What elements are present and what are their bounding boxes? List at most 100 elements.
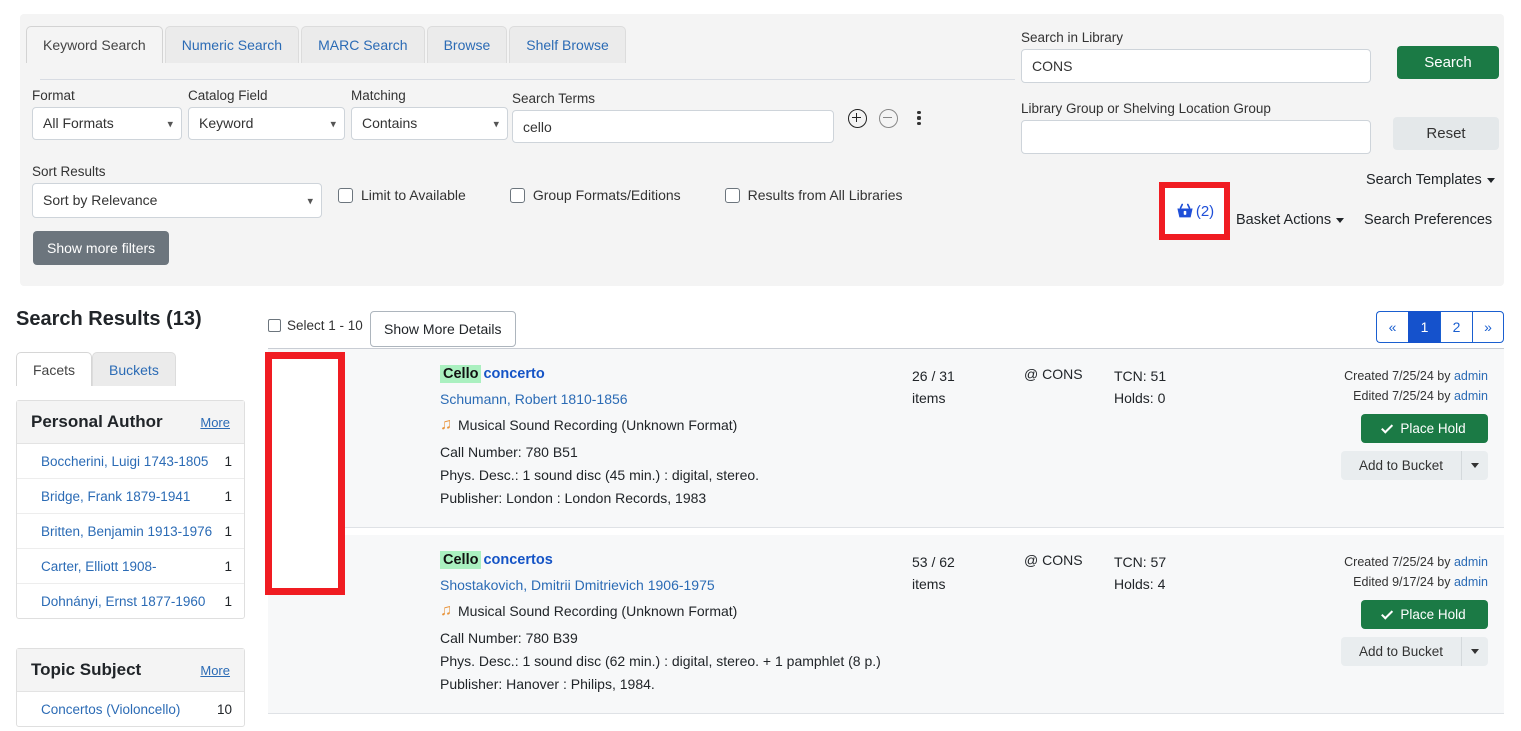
facet-more-link[interactable]: More	[200, 415, 230, 430]
format-select[interactable]: All Formats	[32, 107, 182, 140]
select-range-label: Select 1 - 10	[287, 318, 363, 333]
pagination-page-1[interactable]: 1	[1408, 311, 1440, 343]
place-hold-button[interactable]: Place Hold	[1361, 414, 1488, 443]
add-to-bucket-dropdown-button[interactable]	[1462, 451, 1488, 480]
facet-item[interactable]: Boccherini, Luigi 1743-1805 1	[17, 444, 244, 479]
pagination-next[interactable]: »	[1472, 311, 1504, 343]
catalog-field-select[interactable]: Keyword	[188, 107, 345, 140]
search-terms-input[interactable]	[512, 110, 834, 143]
remove-search-row-icon[interactable]	[877, 107, 899, 129]
facet-title: Personal Author	[31, 412, 163, 432]
facet-item-label[interactable]: Britten, Benjamin 1913-1976	[41, 524, 212, 539]
result-details: Celloconcerto Schumann, Robert 1810-1856…	[345, 349, 912, 527]
facet-item-label[interactable]: Concertos (Violoncello)	[41, 702, 180, 717]
result-title-link[interactable]: concerto	[483, 366, 544, 382]
result-format: ♫ Musical Sound Recording (Unknown Forma…	[440, 602, 912, 620]
result-author[interactable]: Schumann, Robert 1810-1856	[440, 391, 912, 407]
facet-item-label[interactable]: Bridge, Frank 1879-1941	[41, 489, 190, 504]
basket-button[interactable]: (2)	[1175, 202, 1214, 221]
result-created-stamp: Created 7/25/24 by admin	[1234, 552, 1488, 572]
pagination-page-2[interactable]: 2	[1440, 311, 1472, 343]
add-to-bucket-button[interactable]: Add to Bucket	[1341, 451, 1462, 480]
matching-select[interactable]: Contains	[351, 107, 508, 140]
result-created-by[interactable]: admin	[1454, 555, 1488, 569]
result-phys-desc: Phys. Desc.: 1 sound disc (45 min.) : di…	[440, 467, 912, 483]
search-templates-label: Search Templates	[1366, 172, 1482, 188]
search-row-menu-icon[interactable]	[908, 107, 930, 129]
result-title[interactable]: Celloconcerto	[440, 365, 912, 383]
facet-group-topic-subject: Topic Subject More Concertos (Violoncell…	[16, 648, 245, 727]
tab-browse[interactable]: Browse	[427, 26, 508, 63]
result-title-link[interactable]: concertos	[483, 552, 552, 568]
caret-down-icon	[1471, 649, 1479, 654]
result-location: @ CONS	[1024, 349, 1114, 527]
add-to-bucket-dropdown-button[interactable]	[1462, 637, 1488, 666]
result-format: ♫ Musical Sound Recording (Unknown Forma…	[440, 416, 912, 434]
tab-keyword-search[interactable]: Keyword Search	[26, 26, 163, 63]
matching-field: Matching Contains ▾	[351, 88, 508, 140]
sort-results-select[interactable]: Sort by Relevance	[32, 183, 322, 218]
tab-marc-search[interactable]: MARC Search	[301, 26, 424, 63]
search-button[interactable]: Search	[1397, 46, 1499, 79]
facet-more-link[interactable]: More	[200, 663, 230, 678]
result-title[interactable]: Celloconcertos	[440, 551, 912, 569]
sort-results-field: Sort Results Sort by Relevance ▾	[32, 164, 322, 218]
tab-buckets[interactable]: Buckets	[92, 352, 176, 386]
group-formats-editions-label: Group Formats/Editions	[533, 187, 681, 203]
select-range-checkbox[interactable]: Select 1 - 10	[268, 318, 363, 333]
basket-icon	[1175, 202, 1195, 221]
tab-shelf-browse[interactable]: Shelf Browse	[509, 26, 625, 63]
pagination-prev[interactable]: «	[1376, 311, 1408, 343]
facet-tabs: Facets Buckets	[16, 352, 176, 386]
add-to-bucket-button[interactable]: Add to Bucket	[1341, 637, 1462, 666]
result-edited-by[interactable]: admin	[1454, 575, 1488, 589]
result-phys-desc: Phys. Desc.: 1 sound disc (62 min.) : di…	[440, 653, 912, 669]
facet-item-label[interactable]: Carter, Elliott 1908-	[41, 559, 157, 574]
facet-item[interactable]: Bridge, Frank 1879-1941 1	[17, 479, 244, 514]
facet-item-label[interactable]: Dohnányi, Ernst 1877-1960	[41, 594, 205, 609]
facet-item-count: 1	[224, 524, 232, 539]
reset-button[interactable]: Reset	[1393, 117, 1499, 150]
result-items-count: 26 / 31 items	[912, 349, 1024, 527]
caret-down-icon	[1336, 218, 1344, 223]
add-to-bucket-split: Add to Bucket	[1341, 451, 1488, 480]
result-created-by[interactable]: admin	[1454, 369, 1488, 383]
search-preferences-button[interactable]: Search Preferences	[1356, 206, 1500, 234]
result-location: @ CONS	[1024, 535, 1114, 713]
search-in-library-label: Search in Library	[1021, 30, 1371, 46]
search-panel: Keyword Search Numeric Search MARC Searc…	[20, 14, 1504, 286]
result-tcn-holds: TCN: 51 Holds: 0	[1114, 349, 1234, 527]
result-edited-by[interactable]: admin	[1454, 389, 1488, 403]
tab-numeric-search[interactable]: Numeric Search	[165, 26, 299, 63]
group-formats-editions-checkbox[interactable]: Group Formats/Editions	[510, 187, 681, 203]
facet-item-count: 1	[224, 594, 232, 609]
library-group-input[interactable]	[1021, 120, 1371, 154]
music-note-icon: ♫	[440, 602, 452, 620]
place-hold-button[interactable]: Place Hold	[1361, 600, 1488, 629]
add-search-row-icon[interactable]	[846, 107, 868, 129]
facet-item-label[interactable]: Boccherini, Luigi 1743-1805	[41, 454, 208, 469]
result-edited-label: Edited 9/17/24 by	[1353, 575, 1454, 589]
music-note-icon: ♫	[440, 416, 452, 434]
basket-actions-button[interactable]: Basket Actions	[1228, 206, 1352, 234]
results-from-all-libraries-checkbox[interactable]: Results from All Libraries	[725, 187, 903, 203]
facet-item[interactable]: Dohnányi, Ernst 1877-1960 1	[17, 584, 244, 618]
facet-item-count: 10	[217, 702, 232, 717]
format-field: Format All Formats ▾	[32, 88, 182, 140]
row-separator	[268, 528, 1504, 535]
result-edited-stamp: Edited 7/25/24 by admin	[1234, 386, 1488, 406]
limit-to-available-checkbox[interactable]: Limit to Available	[338, 187, 466, 203]
search-in-library-input[interactable]	[1021, 49, 1371, 83]
show-more-filters-button[interactable]: Show more filters	[33, 231, 169, 265]
facet-item[interactable]: Carter, Elliott 1908- 1	[17, 549, 244, 584]
result-author[interactable]: Shostakovich, Dmitrii Dmitrievich 1906-1…	[440, 577, 912, 593]
result-tcn: TCN: 51	[1114, 366, 1234, 388]
result-row: 1. Celloconcerto Schumann, Robert 1810-1…	[268, 349, 1504, 528]
result-publisher: Publisher: Hanover : Philips, 1984.	[440, 676, 912, 692]
search-templates-button[interactable]: Search Templates	[1358, 166, 1503, 194]
result-edited-stamp: Edited 9/17/24 by admin	[1234, 572, 1488, 592]
tab-facets[interactable]: Facets	[16, 352, 92, 386]
show-more-details-button[interactable]: Show More Details	[370, 311, 516, 347]
facet-item[interactable]: Britten, Benjamin 1913-1976 1	[17, 514, 244, 549]
facet-item[interactable]: Concertos (Violoncello) 10	[17, 692, 244, 726]
